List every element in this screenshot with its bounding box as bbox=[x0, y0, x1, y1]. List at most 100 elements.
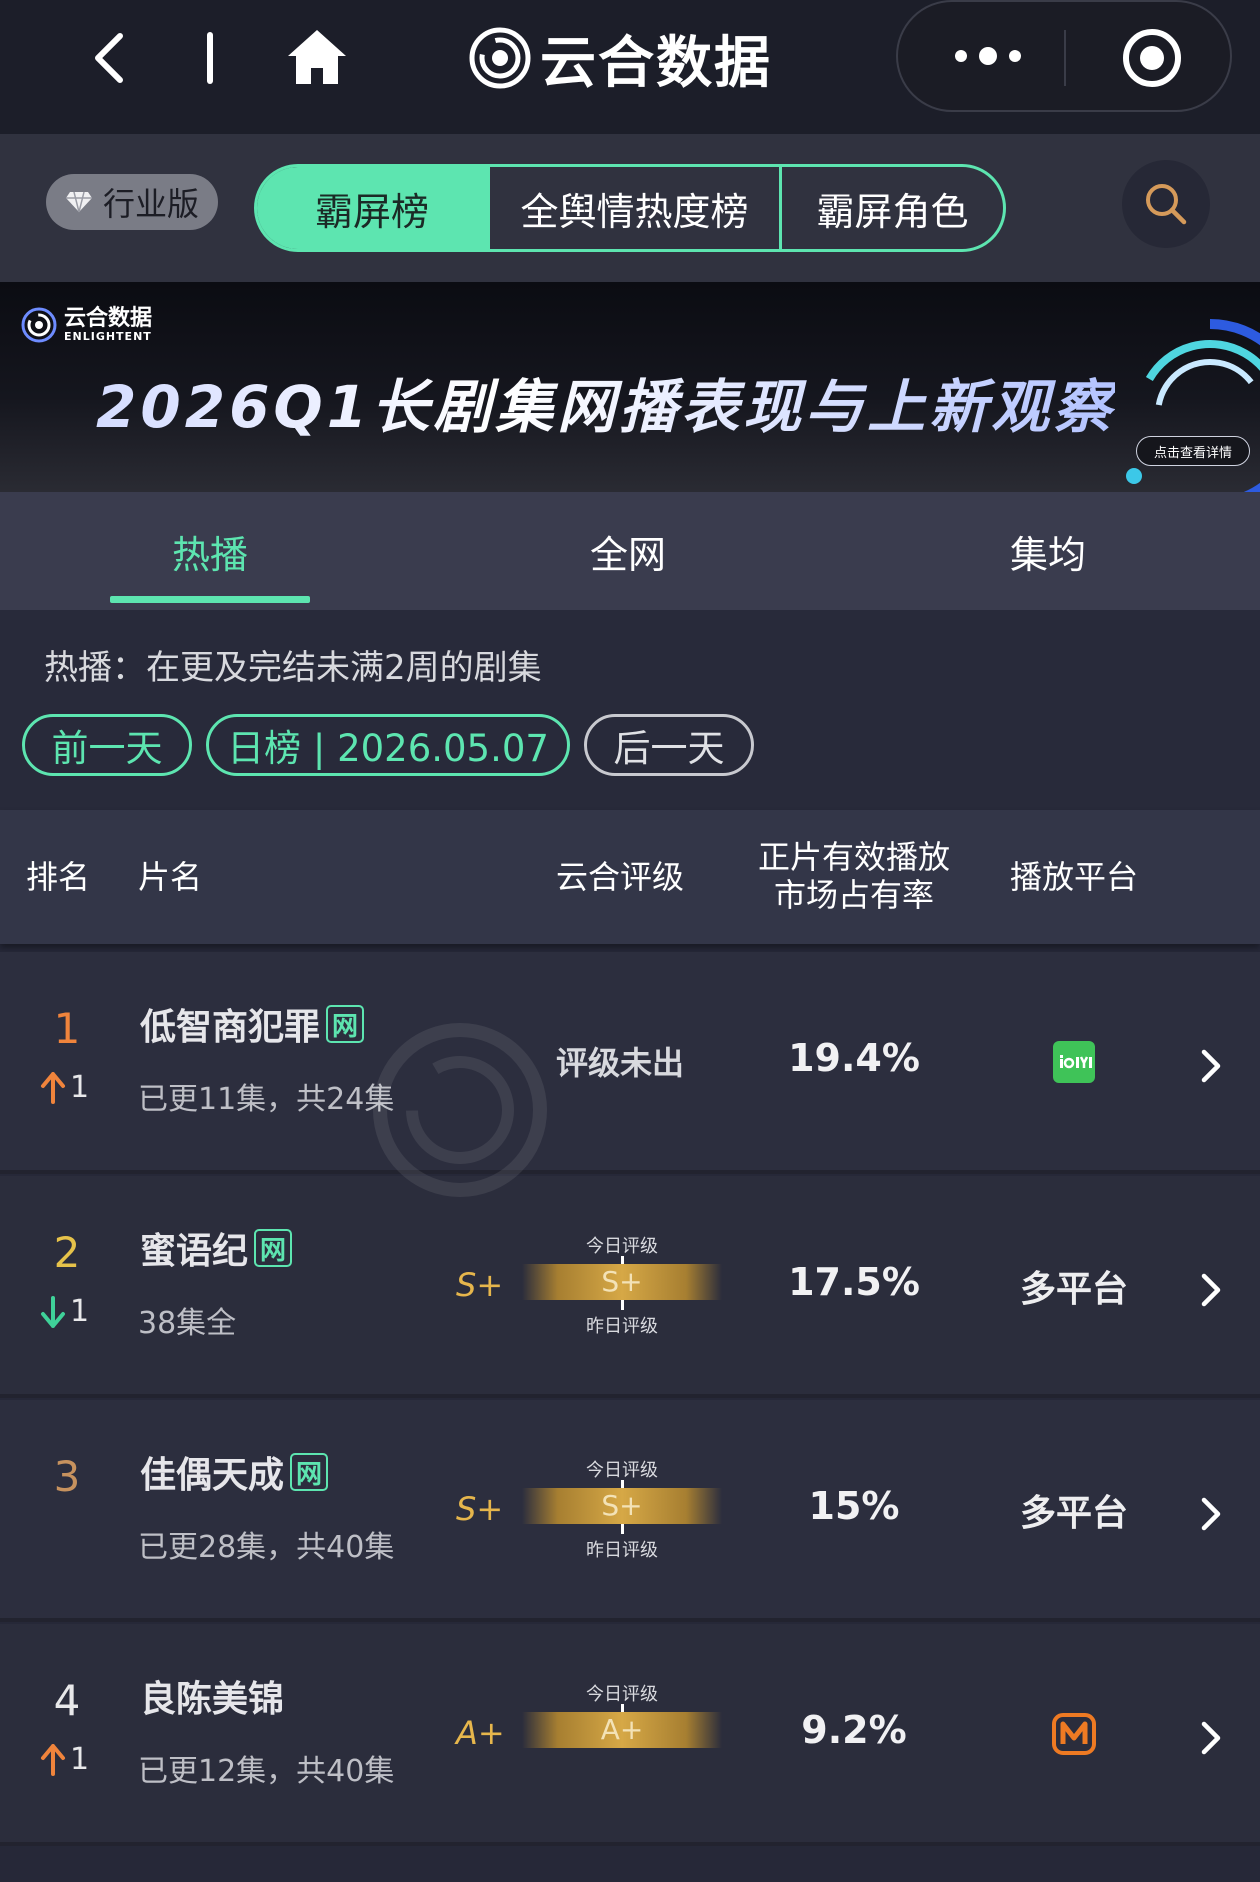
home-icon[interactable] bbox=[286, 28, 348, 86]
rank-change-value: 1 bbox=[70, 1294, 90, 1329]
table-row[interactable]: 4 1 良陈美锦 已更12集，共40集 A+ 今日评级 A+ 9.2% bbox=[0, 1624, 1260, 1846]
rank-number: 4 bbox=[53, 1676, 81, 1725]
header-platform: 播放平台 bbox=[1009, 858, 1138, 896]
view-detail-button[interactable]: 点击查看详情 bbox=[1136, 436, 1250, 466]
header-name: 片名 bbox=[138, 858, 203, 896]
iqiyi-icon bbox=[1053, 1041, 1095, 1083]
yunhe-logo-icon bbox=[21, 307, 57, 343]
search-button[interactable] bbox=[1122, 160, 1210, 248]
rank-change-value: 1 bbox=[70, 1070, 90, 1105]
rank-change: 1 bbox=[40, 1294, 89, 1329]
back-icon[interactable] bbox=[84, 30, 140, 86]
market-share-value: 19.4% bbox=[788, 1036, 920, 1080]
chevron-right-icon[interactable] bbox=[1196, 1718, 1226, 1758]
banner-title: 2026Q1长剧集网播表现与上新观察 bbox=[96, 360, 1115, 444]
header-share-line2: 市场占有率 bbox=[773, 876, 934, 914]
mango-tv-icon bbox=[1052, 1713, 1096, 1755]
table-row[interactable]: 3 佳偶天成 网 已更28集，共40集 S+ 今日评级 S+ 昨日评级 15% 多平… bbox=[0, 1400, 1260, 1622]
arrow-up-icon bbox=[41, 1071, 65, 1104]
today-rating-value: S+ bbox=[601, 1489, 643, 1522]
episode-status: 38集全 bbox=[138, 1306, 237, 1341]
capsule-divider bbox=[1064, 30, 1066, 86]
metric-tabs: 热播 全网 集均 bbox=[0, 492, 1260, 610]
drama-title[interactable]: 蜜语纪 网 bbox=[140, 1222, 293, 1274]
ranking-description: 热播：在更及完结未满2周的剧集 bbox=[44, 648, 542, 688]
rating-grade: S+ bbox=[456, 1490, 504, 1528]
drama-title[interactable]: 低智商犯罪 网 bbox=[140, 998, 365, 1050]
arrow-down-icon bbox=[41, 1295, 65, 1328]
rating-bar: S+ bbox=[522, 1488, 722, 1524]
more-icon[interactable] bbox=[938, 28, 1038, 84]
ranking-type-segment: 霸屏榜 全舆情热度榜 霸屏角色 bbox=[254, 164, 1006, 252]
rating-not-available: 评级未出 bbox=[555, 1044, 684, 1082]
industry-version-label: 行业版 bbox=[102, 185, 199, 223]
ranking-info: 热播：在更及完结未满2周的剧集 前一天 日榜 | 2026.05.07 后一天 bbox=[0, 610, 1260, 810]
next-day-button[interactable]: 后一天 bbox=[584, 714, 754, 776]
filter-bar: 行业版 霸屏榜 全舆情热度榜 霸屏角色 bbox=[0, 134, 1260, 282]
header-rank: 排名 bbox=[26, 858, 91, 896]
episode-status: 已更28集，共40集 bbox=[138, 1530, 395, 1565]
today-rating-label: 今日评级 bbox=[586, 1236, 658, 1257]
rank-number: 3 bbox=[53, 1452, 81, 1501]
rating-bar: A+ bbox=[522, 1712, 722, 1748]
app-title: 云合数据 bbox=[540, 30, 772, 96]
rating-comparison: 今日评级 S+ 昨日评级 bbox=[522, 1456, 722, 1566]
rank-number: 2 bbox=[53, 1228, 81, 1277]
previous-day-button[interactable]: 前一天 bbox=[22, 714, 192, 776]
table-row[interactable]: 2 1 蜜语纪 网 38集全 S+ 今日评级 S+ 昨日评级 17.5% 多平台 bbox=[0, 1176, 1260, 1398]
rating-comparison: 今日评级 S+ 昨日评级 bbox=[522, 1232, 722, 1342]
tab-whole-network[interactable]: 全网 bbox=[528, 524, 728, 579]
nav-separator bbox=[207, 32, 213, 84]
banner-logo-sub: ENLIGHTENT bbox=[64, 329, 152, 343]
banner-logo-text: 云合数据 bbox=[64, 305, 153, 331]
tab-hot-airing[interactable]: 热播 bbox=[110, 524, 310, 579]
platform-label: 多平台 bbox=[1019, 1493, 1128, 1534]
rating-bar: S+ bbox=[522, 1264, 722, 1300]
rating-comparison: 今日评级 A+ bbox=[522, 1680, 722, 1790]
header-share-line1: 正片有效播放 bbox=[757, 838, 950, 876]
promo-banner[interactable]: 云合数据 ENLIGHTENT 2026Q1长剧集网播表现与上新观察 点击查看详… bbox=[0, 282, 1260, 492]
web-drama-badge: 网 bbox=[326, 1005, 365, 1043]
segment-public-opinion-heat[interactable]: 全舆情热度榜 bbox=[487, 167, 779, 249]
today-rating-value: S+ bbox=[601, 1265, 643, 1298]
drama-title[interactable]: 良陈美锦 bbox=[140, 1670, 284, 1722]
chevron-right-icon[interactable] bbox=[1196, 1046, 1226, 1086]
segment-dominant-screen[interactable]: 霸屏榜 bbox=[257, 167, 487, 249]
date-selector[interactable]: 日榜 | 2026.05.07 bbox=[206, 714, 570, 776]
tab-per-episode[interactable]: 集均 bbox=[948, 524, 1148, 579]
yesterday-rating-label: 昨日评级 bbox=[586, 1540, 658, 1561]
banner-logo: 云合数据 ENLIGHTENT bbox=[20, 306, 152, 344]
episode-status: 已更11集，共24集 bbox=[138, 1082, 395, 1117]
market-share-value: 17.5% bbox=[788, 1260, 920, 1304]
yesterday-rating-label: 昨日评级 bbox=[586, 1316, 658, 1337]
rating-tick-bottom bbox=[621, 1300, 624, 1310]
chevron-right-icon[interactable] bbox=[1196, 1270, 1226, 1310]
web-drama-badge: 网 bbox=[254, 1229, 293, 1267]
industry-version-button[interactable]: 行业版 bbox=[46, 174, 218, 230]
active-tab-indicator bbox=[110, 596, 310, 603]
rating-tick-bottom bbox=[621, 1524, 624, 1534]
drama-title[interactable]: 佳偶天成 网 bbox=[140, 1446, 329, 1498]
header-rating: 云合评级 bbox=[555, 858, 684, 896]
table-row[interactable]: 1 1 低智商犯罪 网 已更11集，共24集 评级未出 19.4% bbox=[0, 952, 1260, 1174]
top-nav-bar: 云合数据 bbox=[0, 0, 1260, 134]
app-screen: 云合数据 行业版 霸屏榜 全舆情热度榜 霸屏角色 云合数据 ENLIGHTENT… bbox=[0, 0, 1260, 1882]
table-header: 排名 片名 云合评级 正片有效播放 市场占有率 播放平台 bbox=[0, 810, 1260, 944]
rank-number: 1 bbox=[53, 1004, 81, 1053]
app-brand: 云合数据 bbox=[468, 18, 772, 98]
close-miniprogram-icon[interactable] bbox=[1120, 26, 1184, 90]
rating-grade: S+ bbox=[456, 1266, 504, 1304]
rating-grade: A+ bbox=[456, 1714, 505, 1752]
today-rating-label: 今日评级 bbox=[586, 1684, 658, 1705]
arrow-up-icon bbox=[41, 1743, 65, 1776]
today-rating-label: 今日评级 bbox=[586, 1460, 658, 1481]
drama-title-text: 低智商犯罪 bbox=[140, 1007, 321, 1048]
segment-dominant-character[interactable]: 霸屏角色 bbox=[779, 167, 1003, 249]
rank-change: 1 bbox=[40, 1070, 89, 1105]
chevron-right-icon[interactable] bbox=[1196, 1494, 1226, 1534]
rank-change: 1 bbox=[40, 1742, 89, 1777]
platform-label: 多平台 bbox=[1019, 1269, 1128, 1310]
market-share-value: 15% bbox=[808, 1484, 900, 1528]
today-rating-value: A+ bbox=[600, 1713, 644, 1746]
diamond-icon bbox=[65, 191, 92, 213]
